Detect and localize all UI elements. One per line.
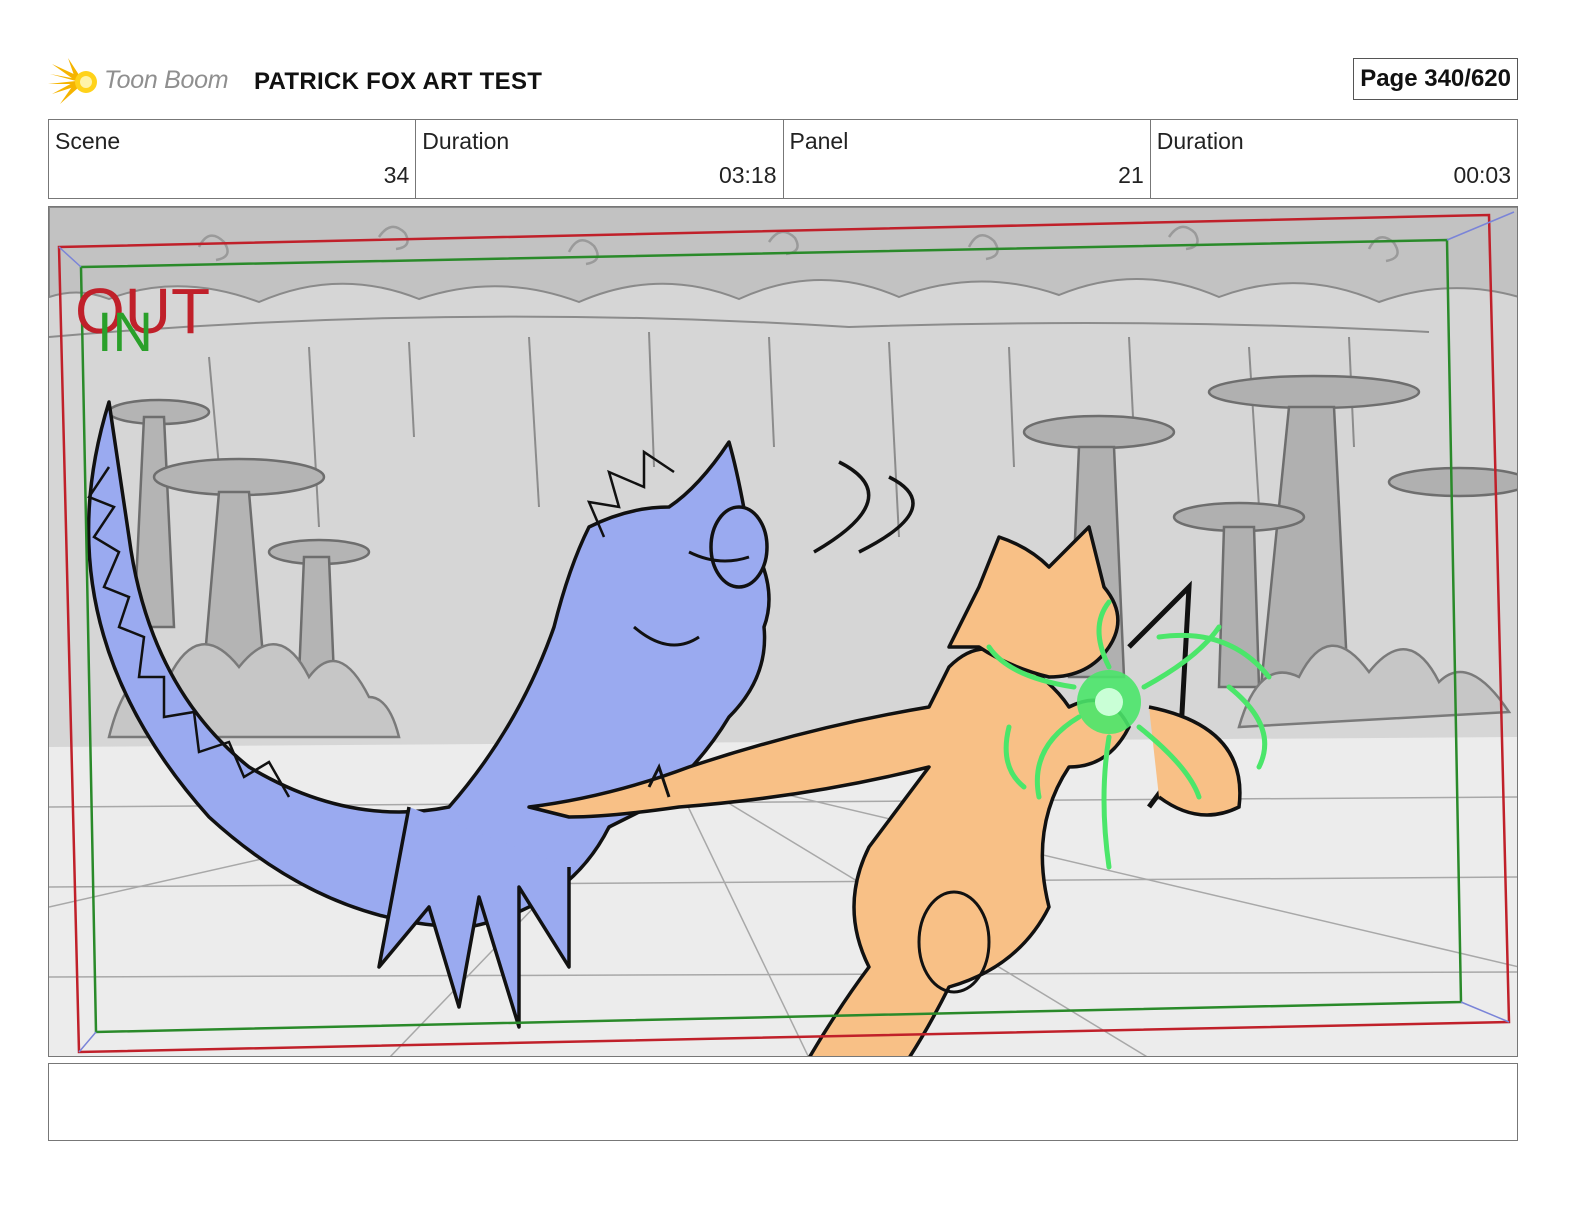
page-header: Toon Boom PATRICK FOX ART TEST Page 340/… [48,52,1520,112]
in-marker: IN [97,300,153,363]
scene-duration-label: Duration [422,128,510,154]
scene-value: 34 [383,162,410,188]
panel-value: 21 [1118,162,1144,188]
brand-name: Toon Boom [104,66,229,94]
panel-notes[interactable] [48,1063,1518,1141]
project-title: PATRICK FOX ART TEST [254,68,543,95]
panel-duration-cell: Duration 00:03 [1151,120,1517,198]
toon-boom-logo: Toon Boom [48,54,248,110]
scene-cell: Scene 34 [49,120,417,198]
page-indicator: Page 340/620 [1353,58,1518,100]
scene-label: Scene [55,128,121,154]
panel-cell: Panel 21 [784,120,1151,198]
panel-artwork: OUT IN [49,207,1517,1056]
scene-duration-value: 03:18 [718,162,777,188]
storyboard-panel: OUT IN [48,206,1518,1057]
scene-duration-cell: Duration 03:18 [416,120,784,198]
scene-info-table: Scene 34 Duration 03:18 Panel 21 Duratio… [48,119,1518,199]
sun-burst-icon [48,58,97,104]
panel-duration-value: 00:03 [1453,162,1511,188]
panel-label: Panel [789,128,849,154]
panel-duration-label: Duration [1156,128,1244,154]
